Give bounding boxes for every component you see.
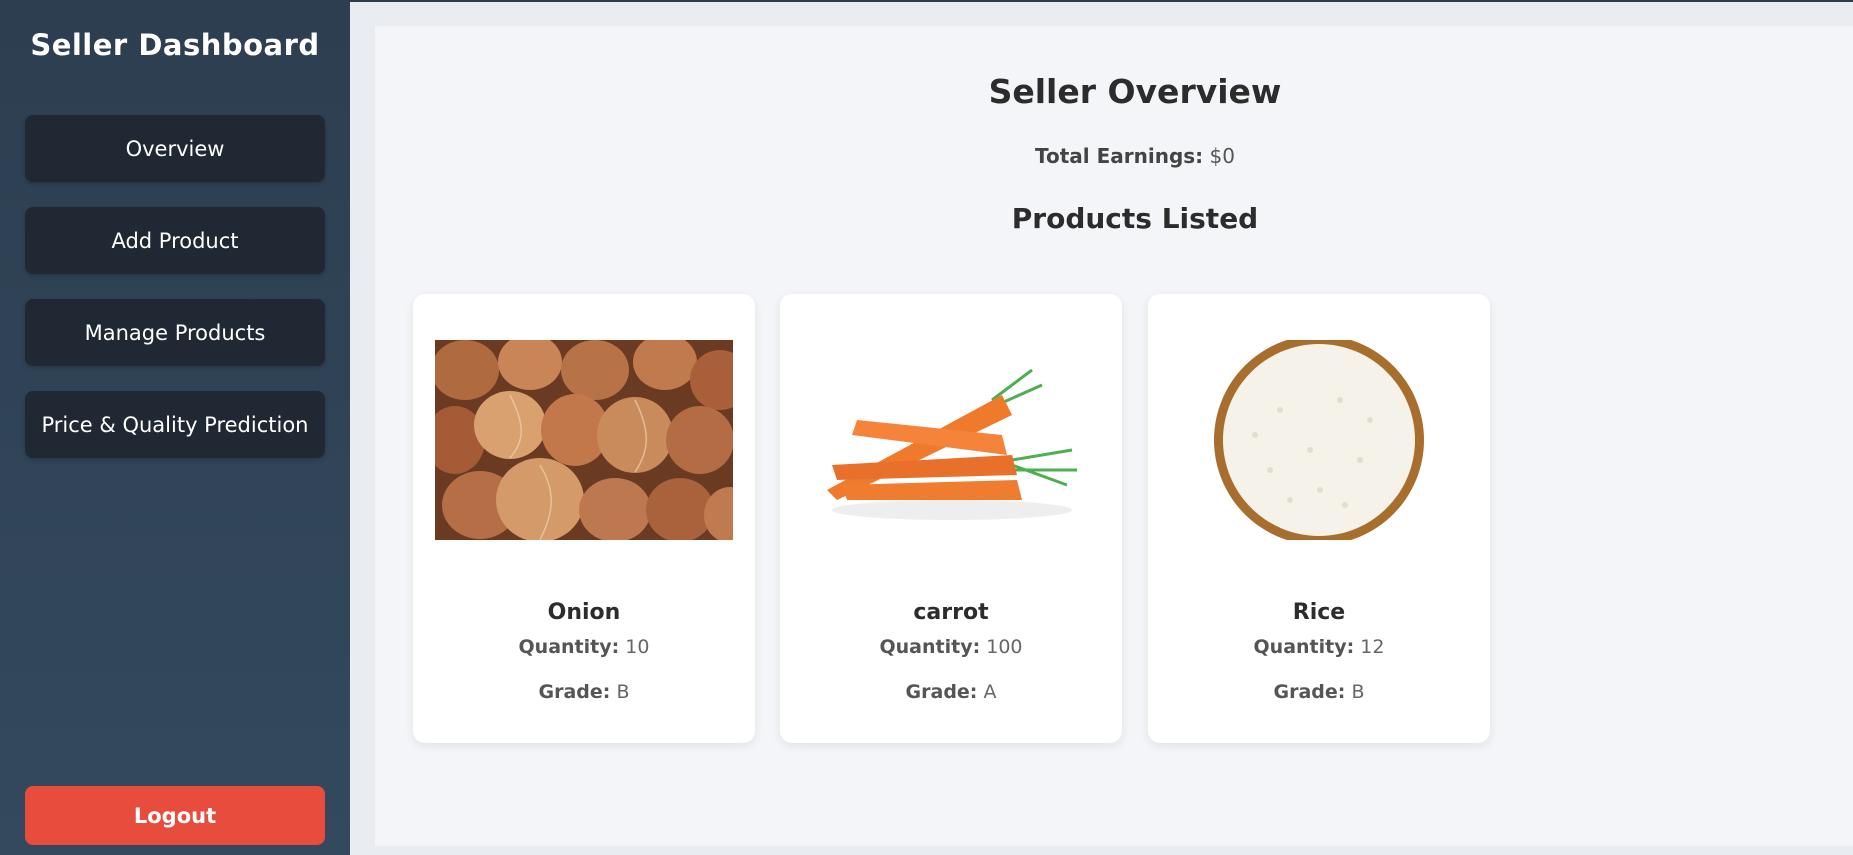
products-section-title: Products Listed (1011, 202, 1259, 235)
sidebar-title: Seller Dashboard (30, 28, 320, 62)
nav-overview-button[interactable]: Overview (25, 115, 325, 182)
product-quantity: Quantity: 100 (780, 636, 1122, 658)
quantity-value: 100 (986, 636, 1023, 658)
grade-value: B (616, 681, 630, 703)
grade-value: A (983, 681, 997, 703)
product-card-carrot: carrot Quantity: 100 Grade: A (780, 294, 1122, 743)
product-card-rice: Rice Quantity: 12 Grade: B (1148, 294, 1490, 743)
quantity-label: Quantity: (879, 636, 981, 658)
grade-label: Grade: (1273, 681, 1346, 703)
product-grade: Grade: B (413, 681, 755, 703)
quantity-label: Quantity: (1253, 636, 1355, 658)
nav-price-quality-prediction-button[interactable]: Price & Quality Prediction (25, 391, 325, 458)
quantity-value: 10 (625, 636, 650, 658)
product-quantity: Quantity: 10 (413, 636, 755, 658)
quantity-label: Quantity: (518, 636, 620, 658)
grade-value: B (1351, 681, 1365, 703)
product-grade: Grade: A (780, 681, 1122, 703)
nav-add-product-button[interactable]: Add Product (25, 207, 325, 274)
onion-image (435, 340, 733, 540)
quantity-value: 12 (1360, 636, 1385, 658)
nav-manage-products-button[interactable]: Manage Products (25, 299, 325, 366)
total-earnings-label: Total Earnings: (1035, 144, 1204, 168)
carrot-image (802, 340, 1100, 540)
total-earnings-value: $0 (1209, 144, 1235, 168)
total-earnings: Total Earnings: $0 (375, 144, 1853, 168)
product-card-onion: Onion Quantity: 10 Grade: B (413, 294, 755, 743)
page-title: Seller Overview (988, 72, 1282, 111)
sidebar: Seller Dashboard Overview Add Product Ma… (0, 0, 350, 855)
grade-label: Grade: (538, 681, 611, 703)
product-name: carrot (913, 600, 989, 625)
rice-bowl-image (1170, 340, 1468, 540)
product-name: Onion (547, 600, 621, 625)
logout-button[interactable]: Logout (25, 786, 325, 845)
product-quantity: Quantity: 12 (1148, 636, 1490, 658)
grade-label: Grade: (905, 681, 978, 703)
product-grade: Grade: B (1148, 681, 1490, 703)
main-content: Seller Overview Total Earnings: $0 Produ… (375, 26, 1853, 846)
product-name: Rice (1292, 600, 1346, 625)
